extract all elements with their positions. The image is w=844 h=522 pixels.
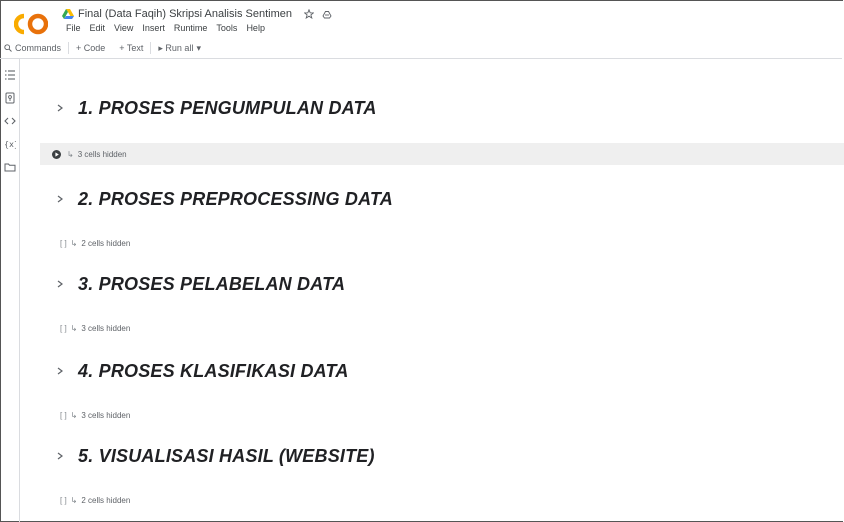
chevron-right-icon[interactable] xyxy=(56,279,64,289)
folder-icon[interactable] xyxy=(4,161,16,173)
key-icon[interactable] xyxy=(4,92,16,104)
cell-run-bracket-icon[interactable]: [ ] xyxy=(60,239,67,248)
hidden-cells-label[interactable]: 2 cells hidden xyxy=(81,239,130,248)
chevron-right-icon[interactable] xyxy=(56,366,64,376)
section-heading-text: 1. PROSES PENGUMPULAN DATA xyxy=(78,97,377,118)
drive-icon xyxy=(62,9,74,19)
hidden-cells-label[interactable]: 3 cells hidden xyxy=(81,411,130,420)
code-icon[interactable] xyxy=(3,115,16,127)
menu-insert[interactable]: Insert xyxy=(142,23,165,33)
menu-bar: File Edit View Insert Runtime Tools Help xyxy=(66,23,265,33)
run-cell-icon[interactable] xyxy=(52,149,61,159)
run-all-label: ▸ Run all xyxy=(158,42,194,53)
menu-help[interactable]: Help xyxy=(246,23,265,33)
section-heading-text: 4. PROSES KLASIFIKASI DATA xyxy=(78,360,349,381)
section-heading-text: 2. PROSES PREPROCESSING DATA xyxy=(78,188,393,209)
section-heading[interactable]: 3. PROSES PELABELAN DATA xyxy=(56,271,345,297)
section-heading[interactable]: 1. PROSES PENGUMPULAN DATA xyxy=(56,95,377,121)
section-heading[interactable]: 2. PROSES PREPROCESSING DATA xyxy=(56,186,393,212)
hidden-cells-label[interactable]: 2 cells hidden xyxy=(81,496,130,505)
chevron-right-icon[interactable] xyxy=(56,451,64,461)
run-all-button[interactable]: ▸ Run all ▾ xyxy=(151,41,208,55)
cell-run-bracket-icon[interactable]: [ ] xyxy=(60,411,67,420)
hidden-cells-row[interactable]: [ ] ↳ 2 cells hidden xyxy=(40,489,844,511)
left-sidebar: {x} xyxy=(0,59,20,522)
run-all-dropdown-icon[interactable]: ▾ xyxy=(196,43,201,54)
cell-run-bracket-icon[interactable]: [ ] xyxy=(60,496,67,505)
section-heading[interactable]: 5. VISUALISASI HASIL (WEBSITE) xyxy=(56,443,375,469)
table-of-contents-icon[interactable] xyxy=(4,69,16,81)
toolbar: Commands + Code + Text ▸ Run all ▾ xyxy=(0,38,842,59)
hidden-cells-label[interactable]: 3 cells hidden xyxy=(78,150,127,159)
svg-text:{x}: {x} xyxy=(4,140,16,149)
menu-tools[interactable]: Tools xyxy=(216,23,237,33)
hidden-cells-arrow-icon: ↳ xyxy=(70,495,78,505)
commands-label: Commands xyxy=(15,43,62,53)
hidden-cells-row[interactable]: ↳ 3 cells hidden xyxy=(40,143,844,165)
hidden-cells-arrow-icon: ↳ xyxy=(70,238,78,248)
section-heading-text: 3. PROSES PELABELAN DATA xyxy=(78,273,346,294)
hidden-cells-label[interactable]: 3 cells hidden xyxy=(81,324,130,333)
variables-icon[interactable]: {x} xyxy=(4,138,16,150)
menu-runtime[interactable]: Runtime xyxy=(174,23,208,33)
hidden-cells-arrow-icon: ↳ xyxy=(67,149,74,159)
chevron-right-icon[interactable] xyxy=(56,194,64,204)
star-icon[interactable] xyxy=(303,9,314,19)
search-icon xyxy=(4,44,12,52)
hidden-cells-row[interactable]: [ ] ↳ 3 cells hidden xyxy=(40,317,844,339)
notebook-title[interactable]: Final (Data Faqih) Skripsi Analisis Sent… xyxy=(78,8,292,20)
section-heading[interactable]: 4. PROSES KLASIFIKASI DATA xyxy=(56,358,349,384)
add-text-button[interactable]: + Text xyxy=(112,41,150,55)
menu-edit[interactable]: Edit xyxy=(90,23,106,33)
title-row: Final (Data Faqih) Skripsi Analisis Sent… xyxy=(62,6,332,22)
hidden-cells-arrow-icon: ↳ xyxy=(70,323,78,333)
hidden-cells-row[interactable]: [ ] ↳ 2 cells hidden xyxy=(40,232,844,254)
section-heading-text: 5. VISUALISASI HASIL (WEBSITE) xyxy=(78,445,375,466)
add-text-label: + Text xyxy=(119,43,144,53)
commands-button[interactable]: Commands xyxy=(0,41,68,55)
add-code-button[interactable]: + Code xyxy=(69,41,112,55)
colab-logo[interactable] xyxy=(14,13,48,35)
cell-run-bracket-icon[interactable]: [ ] xyxy=(60,324,67,333)
add-code-label: + Code xyxy=(76,43,106,53)
chevron-right-icon[interactable] xyxy=(56,103,64,113)
menu-file[interactable]: File xyxy=(66,23,81,33)
hidden-cells-row[interactable]: [ ] ↳ 3 cells hidden xyxy=(40,404,844,426)
hidden-cells-arrow-icon: ↳ xyxy=(70,410,78,420)
menu-view[interactable]: View xyxy=(114,23,133,33)
drive-shared-icon[interactable] xyxy=(322,9,332,19)
